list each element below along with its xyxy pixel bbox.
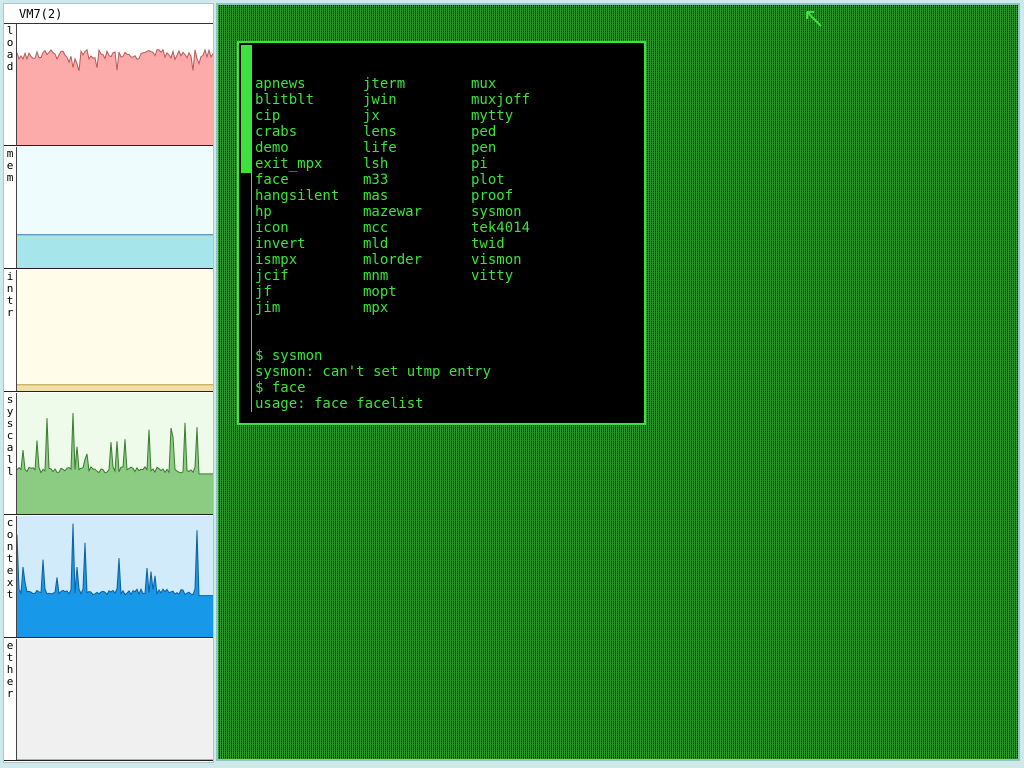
sysmon-title: VM7(2)	[4, 4, 213, 24]
sysmon-panel-label: mem	[4, 147, 17, 268]
command-name: proof	[471, 188, 514, 204]
command-name: jwin	[363, 92, 397, 108]
command-name: hp	[255, 204, 272, 220]
command-name: twid	[471, 236, 505, 252]
sysmon-graph-mem	[17, 147, 213, 268]
command-name: vitty	[471, 268, 514, 284]
sysmon-panel-label: load	[4, 24, 17, 145]
command-name: mld	[363, 236, 389, 252]
sysmon-window[interactable]: VM7(2) load mem intr syscall context ether	[3, 3, 214, 763]
sysmon-graph-svg	[17, 393, 213, 514]
command-name: jterm	[363, 76, 406, 92]
terminal-scrollbar[interactable]	[241, 45, 252, 412]
terminal-lines: $ sysmon sysmon: can't set utmp entry $ fa…	[255, 348, 640, 412]
command-name: jf	[255, 284, 272, 300]
sysmon-graph-svg	[17, 639, 213, 760]
command-name: demo	[255, 140, 289, 156]
command-name: plot	[471, 172, 505, 188]
terminal-line: $ sysmon	[255, 348, 323, 364]
command-name: crabs	[255, 124, 298, 140]
command-name: mux	[471, 76, 497, 92]
sysmon-graph-area	[17, 234, 213, 268]
terminal-line: $ face	[255, 380, 306, 396]
sysmon-panel-intr: intr	[4, 270, 213, 392]
command-name: vismon	[471, 252, 522, 268]
command-name: lens	[363, 124, 397, 140]
sysmon-graph-svg	[17, 270, 213, 391]
command-name: muxjoff	[471, 92, 531, 108]
terminal-scroll-thumb[interactable]	[241, 45, 251, 173]
sysmon-panel-label: syscall	[4, 393, 17, 514]
command-name: jcif	[255, 268, 289, 284]
command-name: lsh	[363, 156, 389, 172]
mouse-cursor-icon	[806, 11, 822, 27]
command-name: life	[363, 140, 397, 156]
command-name: pi	[471, 156, 488, 172]
command-name: jx	[363, 108, 380, 124]
terminal-output[interactable]: apnews blitblt cip crabs demo exit_mpx face han…	[255, 44, 640, 423]
command-name: mcc	[363, 220, 389, 236]
sysmon-panel-syscall: syscall	[4, 393, 213, 515]
sysmon-panel-context: context	[4, 516, 213, 638]
sysmon-panel-label: intr	[4, 270, 17, 391]
sysmon-graph-svg	[17, 516, 213, 637]
command-name: ped	[471, 124, 497, 140]
sysmon-graph-context	[17, 516, 213, 637]
sysmon-graph-intr	[17, 270, 213, 391]
sysmon-panel-label: context	[4, 516, 17, 637]
command-name: apnews	[255, 76, 306, 92]
command-name: face	[255, 172, 289, 188]
sysmon-graph-svg	[17, 147, 213, 268]
command-name: jim	[255, 300, 281, 316]
command-column: jterm jwin jx lens life lsh m33 mas mazewar mcc ml…	[363, 76, 471, 316]
sysmon-graph-bg	[17, 270, 213, 391]
terminal-line: sysmon: can't set utmp entry	[255, 364, 492, 380]
terminal-window[interactable]: apnews blitblt cip crabs demo exit_mpx face han…	[237, 41, 646, 425]
command-name: mas	[363, 188, 389, 204]
command-name: mpx	[363, 300, 389, 316]
command-name: cip	[255, 108, 281, 124]
command-name: ismpx	[255, 252, 298, 268]
sysmon-panel-load: load	[4, 24, 213, 146]
sysmon-panel-label: ether	[4, 639, 17, 760]
command-name: invert	[255, 236, 306, 252]
sysmon-panel-ether: ether	[4, 639, 213, 761]
sysmon-graph-ether	[17, 639, 213, 760]
command-name: hangsilent	[255, 188, 340, 204]
command-name: pen	[471, 140, 497, 156]
command-column: mux muxjoff mytty ped pen pi plot proof sysmon te…	[471, 76, 579, 316]
sysmon-panel-mem: mem	[4, 147, 213, 269]
command-name: mlorder	[363, 252, 423, 268]
command-column: apnews blitblt cip crabs demo exit_mpx face han…	[255, 76, 363, 316]
sysmon-graph-load	[17, 24, 213, 145]
command-name: sysmon	[471, 204, 522, 220]
command-name: mopt	[363, 284, 397, 300]
sysmon-graph-area	[17, 49, 213, 145]
command-name: mazewar	[363, 204, 423, 220]
sysmon-graph-area	[17, 384, 213, 391]
command-name: icon	[255, 220, 289, 236]
sysmon-graph-syscall	[17, 393, 213, 514]
command-name: blitblt	[255, 92, 315, 108]
command-name: mytty	[471, 108, 514, 124]
command-name: tek4014	[471, 220, 531, 236]
sysmon-graph-bg	[17, 639, 213, 760]
command-name: m33	[363, 172, 389, 188]
terminal-line: usage: face facelist	[255, 396, 424, 412]
sysmon-graph-svg	[17, 24, 213, 145]
command-listing: apnews blitblt cip crabs demo exit_mpx face han…	[255, 76, 640, 316]
command-name: exit_mpx	[255, 156, 323, 172]
command-name: mnm	[363, 268, 389, 284]
